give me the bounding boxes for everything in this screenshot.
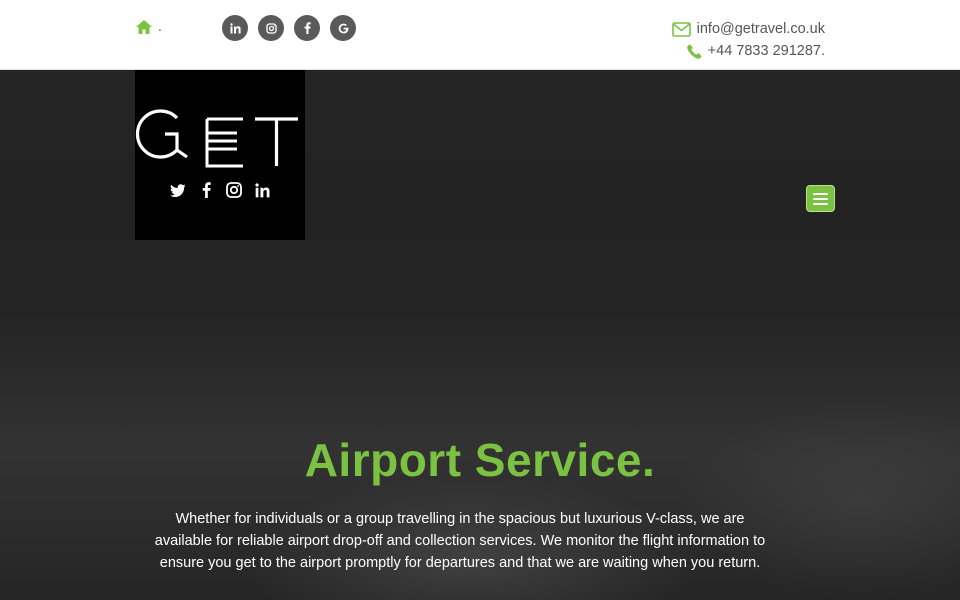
top-bar: . info@getravel.co.uk +44 7833 291287.: [0, 0, 960, 70]
facebook-icon[interactable]: [294, 15, 320, 41]
menu-bar: [813, 197, 828, 200]
instagram-icon[interactable]: [258, 15, 284, 41]
instagram-icon[interactable]: [226, 182, 242, 198]
email-row[interactable]: info@getravel.co.uk: [671, 18, 825, 40]
menu-bar: [813, 192, 828, 195]
contact-info: info@getravel.co.uk +44 7833 291287.: [671, 18, 825, 62]
envelope-icon: [671, 21, 691, 37]
hero-title: Airport Service.: [304, 434, 656, 486]
twitter-icon[interactable]: [170, 182, 186, 198]
menu-bar: [813, 202, 828, 205]
phone-icon: [686, 44, 702, 59]
breadcrumb-separator: .: [158, 18, 162, 34]
logo-social-links: [135, 182, 305, 198]
home-icon[interactable]: [135, 19, 153, 37]
hero-description: Whether for individuals or a group trave…: [154, 511, 766, 571]
linkedin-icon[interactable]: [222, 15, 248, 41]
google-icon[interactable]: [330, 15, 356, 41]
phone-row[interactable]: +44 7833 291287.: [672, 40, 825, 62]
facebook-icon[interactable]: [198, 182, 214, 198]
site-logo[interactable]: [135, 70, 305, 240]
linkedin-icon[interactable]: [254, 182, 270, 198]
hamburger-menu-button[interactable]: [806, 185, 835, 212]
email-text[interactable]: info@getravel.co.uk: [697, 18, 825, 40]
logo-wordmark: [135, 109, 298, 168]
phone-text[interactable]: +44 7833 291287.: [708, 40, 825, 62]
